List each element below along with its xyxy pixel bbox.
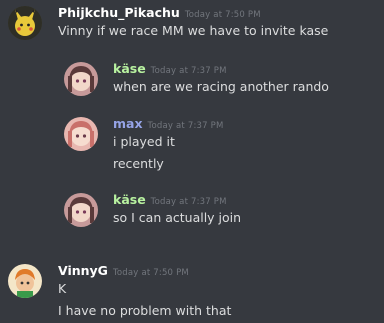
anime-girl-avatar-icon[interactable] bbox=[64, 62, 98, 96]
username[interactable]: max bbox=[113, 116, 143, 131]
timestamp: Today at 7:37 PM bbox=[150, 66, 227, 76]
timestamp: Today at 7:50 PM bbox=[112, 268, 189, 278]
character-avatar-icon[interactable] bbox=[8, 264, 42, 298]
message-text: recently bbox=[113, 156, 164, 171]
username[interactable]: käse bbox=[113, 192, 146, 207]
message-text: so I can actually join bbox=[113, 210, 242, 225]
message-header: Phijkchu_Pikachu Today at 7:50 PM bbox=[58, 5, 261, 23]
username[interactable]: VinnyG bbox=[58, 263, 108, 278]
timestamp: Today at 7:50 PM bbox=[184, 10, 261, 20]
username[interactable]: Phijkchu_Pikachu bbox=[58, 5, 180, 20]
message-text: K bbox=[58, 281, 67, 296]
message-header: VinnyG Today at 7:50 PM bbox=[58, 263, 189, 281]
message-header: max Today at 7:37 PM bbox=[113, 116, 224, 134]
anime-girl-avatar-icon[interactable] bbox=[64, 117, 98, 151]
message-text: I have no problem with that bbox=[58, 303, 232, 318]
message-text: when are we racing another rando bbox=[113, 79, 329, 94]
anime-girl-avatar-icon[interactable] bbox=[64, 193, 98, 227]
timestamp: Today at 7:37 PM bbox=[147, 121, 224, 131]
message-header: käse Today at 7:37 PM bbox=[113, 192, 227, 210]
username[interactable]: käse bbox=[113, 61, 146, 76]
timestamp: Today at 7:37 PM bbox=[150, 197, 227, 207]
message-text: Vinny if we race MM we have to invite ka… bbox=[58, 23, 329, 38]
message-header: käse Today at 7:37 PM bbox=[113, 61, 227, 79]
pikachu-avatar-icon[interactable] bbox=[8, 6, 42, 40]
message-text: i played it bbox=[113, 134, 175, 149]
